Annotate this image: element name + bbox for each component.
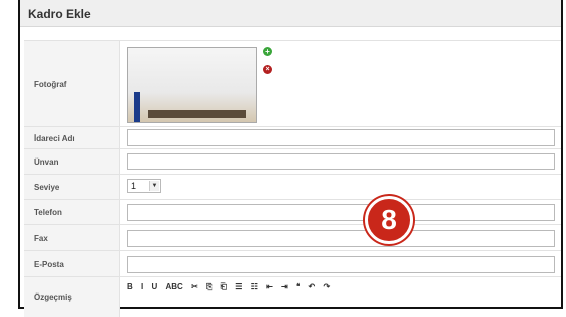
paste-button[interactable]: ⎗ bbox=[221, 282, 227, 291]
email-input[interactable] bbox=[127, 256, 555, 273]
row-photo: Fotoğraf + × bbox=[24, 40, 561, 127]
level-label: Seviye bbox=[24, 175, 120, 200]
strikethrough-button[interactable]: ABC bbox=[166, 282, 183, 291]
photo-preview[interactable] bbox=[127, 47, 257, 123]
blockquote-button[interactable]: ❝ bbox=[296, 282, 300, 291]
header: Kadro Ekle bbox=[20, 0, 561, 27]
phone-input[interactable] bbox=[127, 204, 555, 221]
title-label: Ünvan bbox=[24, 149, 120, 175]
fax-label: Fax bbox=[24, 225, 120, 251]
phone-label: Telefon bbox=[24, 200, 120, 225]
bold-button[interactable]: B bbox=[127, 282, 133, 291]
add-photo-icon[interactable]: + bbox=[263, 47, 272, 56]
name-input[interactable] bbox=[127, 129, 555, 146]
title-input[interactable] bbox=[127, 153, 555, 170]
kadro-form: Fotoğraf + × İdareci Adı Ünvan Seviye 1 … bbox=[24, 40, 561, 317]
cut-button[interactable]: ✂ bbox=[191, 282, 198, 291]
row-title: Ünvan bbox=[24, 148, 561, 175]
dialog: Kadro Ekle Fotoğraf + × İdareci Adı Ünva… bbox=[18, 0, 563, 317]
outdent-button[interactable]: ⇤ bbox=[266, 282, 273, 291]
chevron-down-icon[interactable]: ▼ bbox=[149, 181, 159, 191]
redo-button[interactable]: ↷ bbox=[323, 282, 330, 291]
bullet-list-button[interactable]: ☰ bbox=[235, 282, 242, 291]
row-email: E-Posta bbox=[24, 250, 561, 277]
photo-detail bbox=[148, 110, 246, 118]
row-phone: Telefon bbox=[24, 199, 561, 225]
row-fax: Fax bbox=[24, 224, 561, 251]
underline-button[interactable]: U bbox=[151, 282, 157, 291]
level-value: 1 bbox=[131, 181, 137, 191]
numbered-list-button[interactable]: ☷ bbox=[251, 282, 258, 291]
step-badge: 8 bbox=[365, 196, 413, 244]
copy-button[interactable]: ⎘ bbox=[206, 282, 212, 291]
bio-label: Özgeçmiş bbox=[24, 277, 120, 317]
level-select[interactable]: 1 ▼ bbox=[127, 179, 161, 193]
italic-button[interactable]: I bbox=[141, 282, 143, 291]
editor-toolbar: B I U ABC ✂ ⎘ ⎗ ☰ ☷ ⇤ ⇥ ❝ ↶ ↷ bbox=[127, 282, 555, 294]
photo-label: Fotoğraf bbox=[24, 41, 120, 127]
fax-input[interactable] bbox=[127, 230, 555, 247]
name-label: İdareci Adı bbox=[24, 127, 120, 149]
remove-photo-icon[interactable]: × bbox=[263, 65, 272, 74]
undo-button[interactable]: ↶ bbox=[309, 282, 316, 291]
page-title: Kadro Ekle bbox=[28, 7, 91, 21]
row-name: İdareci Adı bbox=[24, 126, 561, 149]
email-label: E-Posta bbox=[24, 251, 120, 277]
row-level: Seviye 1 ▼ bbox=[24, 174, 561, 200]
photo-detail bbox=[134, 92, 140, 122]
indent-button[interactable]: ⇥ bbox=[281, 282, 288, 291]
